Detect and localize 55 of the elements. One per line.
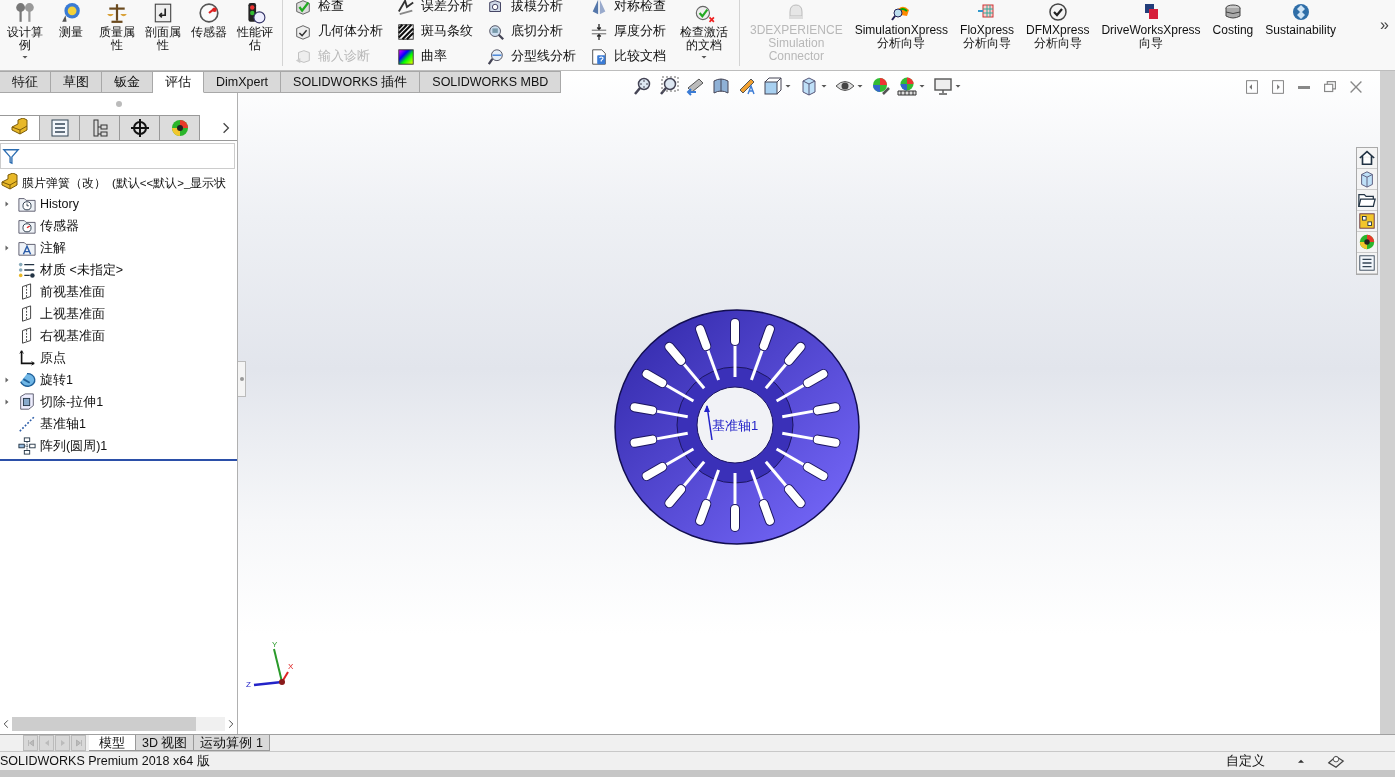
configuration-label: (默认<<默认>_显示状 xyxy=(112,175,227,191)
ribbon-tool-button[interactable]: 底切分析 xyxy=(484,19,579,44)
ribbon-tool-button[interactable]: 几何体分析 xyxy=(291,19,386,44)
ribbon-tool-button[interactable]: 斑马条纹 xyxy=(394,19,476,44)
addin-button[interactable]: DriveWorksXpress 向导 xyxy=(1098,0,1204,50)
ribbon-tool-button[interactable]: 性能评估 xyxy=(232,0,278,52)
ribbon-tab[interactable]: 钣金 xyxy=(102,71,153,93)
ribbon-tool-button[interactable]: 剖面属性 xyxy=(140,0,186,52)
tree-item[interactable]: 切除-拉伸1 xyxy=(40,393,104,411)
ribbon-tool-button[interactable]: 测量 xyxy=(48,0,94,39)
ribbon-tab[interactable]: 评估 xyxy=(153,71,204,93)
ribbon-tool-button[interactable]: 质量属性 xyxy=(94,0,140,52)
ribbon-tool-button[interactable]: 对称检查 xyxy=(587,0,669,19)
ribbon-tab[interactable]: 草图 xyxy=(51,71,102,93)
ribbon-tab[interactable]: SOLIDWORKS MBD xyxy=(420,71,562,93)
tree-item[interactable]: 前视基准面 xyxy=(40,283,105,301)
ribbon-tab[interactable]: DimXpert xyxy=(204,71,282,93)
tree-item[interactable]: 右视基准面 xyxy=(40,327,105,345)
tree-item[interactable]: 材质 <未指定> xyxy=(40,261,124,279)
model-tab[interactable]: 模型 xyxy=(89,735,136,751)
ribbon-tab[interactable]: 特征 xyxy=(0,71,51,93)
ribbon-tool-button[interactable]: 拔模分析 xyxy=(484,0,579,19)
status-text: SOLIDWORKS Premium 2018 x64 版 xyxy=(0,752,210,770)
addin-button[interactable]: FloXpress 分析向导 xyxy=(957,0,1018,50)
ribbon-tool-button[interactable]: 传感器 xyxy=(186,0,232,39)
tree-item[interactable]: 注解 xyxy=(40,239,66,257)
tree-item[interactable]: 旋转1 xyxy=(40,371,73,389)
ribbon-tool-button[interactable]: 误差分析 xyxy=(394,0,476,19)
tree-item[interactable]: History xyxy=(40,197,79,211)
addin-button[interactable]: Costing xyxy=(1209,0,1257,37)
tree-item[interactable]: 传感器 xyxy=(40,217,79,235)
tree-item[interactable]: 基准轴1 xyxy=(40,415,86,433)
ribbon-tab[interactable]: SOLIDWORKS 插件 xyxy=(281,71,421,93)
ribbon-tool-button[interactable]: 设计算例 xyxy=(2,0,48,62)
ribbon-tool-button[interactable]: 检查 xyxy=(291,0,386,19)
addin-button[interactable]: SimulationXpress 分析向导 xyxy=(851,0,952,50)
model-tab[interactable]: 3D 视图 xyxy=(136,735,195,751)
tree-item[interactable]: 上视基准面 xyxy=(40,305,105,323)
ribbon-tool-button[interactable]: 厚度分析 xyxy=(587,19,669,44)
axis-label: 基准轴1 xyxy=(712,417,759,435)
tree-item[interactable]: 阵列(圆周)1 xyxy=(40,437,108,455)
addin-button[interactable]: DFMXpress 分析向导 xyxy=(1023,0,1093,50)
axis-label: Z xyxy=(246,680,251,689)
axis-label: X xyxy=(288,662,294,671)
ribbon-tool-button[interactable]: 比较文档 xyxy=(587,44,669,69)
ribbon-tool-button[interactable]: 分型线分析 xyxy=(484,44,579,69)
axis-label: Y xyxy=(272,640,278,649)
addin-button[interactable]: Sustainability xyxy=(1262,0,1339,37)
ribbon-tool-button[interactable]: 检查激活的文档 xyxy=(673,0,735,62)
tree-item[interactable]: 原点 xyxy=(40,349,66,367)
more-button[interactable]: » xyxy=(1374,16,1395,34)
model-tab[interactable]: 运动算例 1 xyxy=(194,735,270,751)
tree-item[interactable]: 膜片弹簧（改） xyxy=(22,175,106,191)
units-label[interactable]: 自定义 xyxy=(1226,752,1265,770)
ribbon-tool-button[interactable]: 曲率 xyxy=(394,44,476,69)
